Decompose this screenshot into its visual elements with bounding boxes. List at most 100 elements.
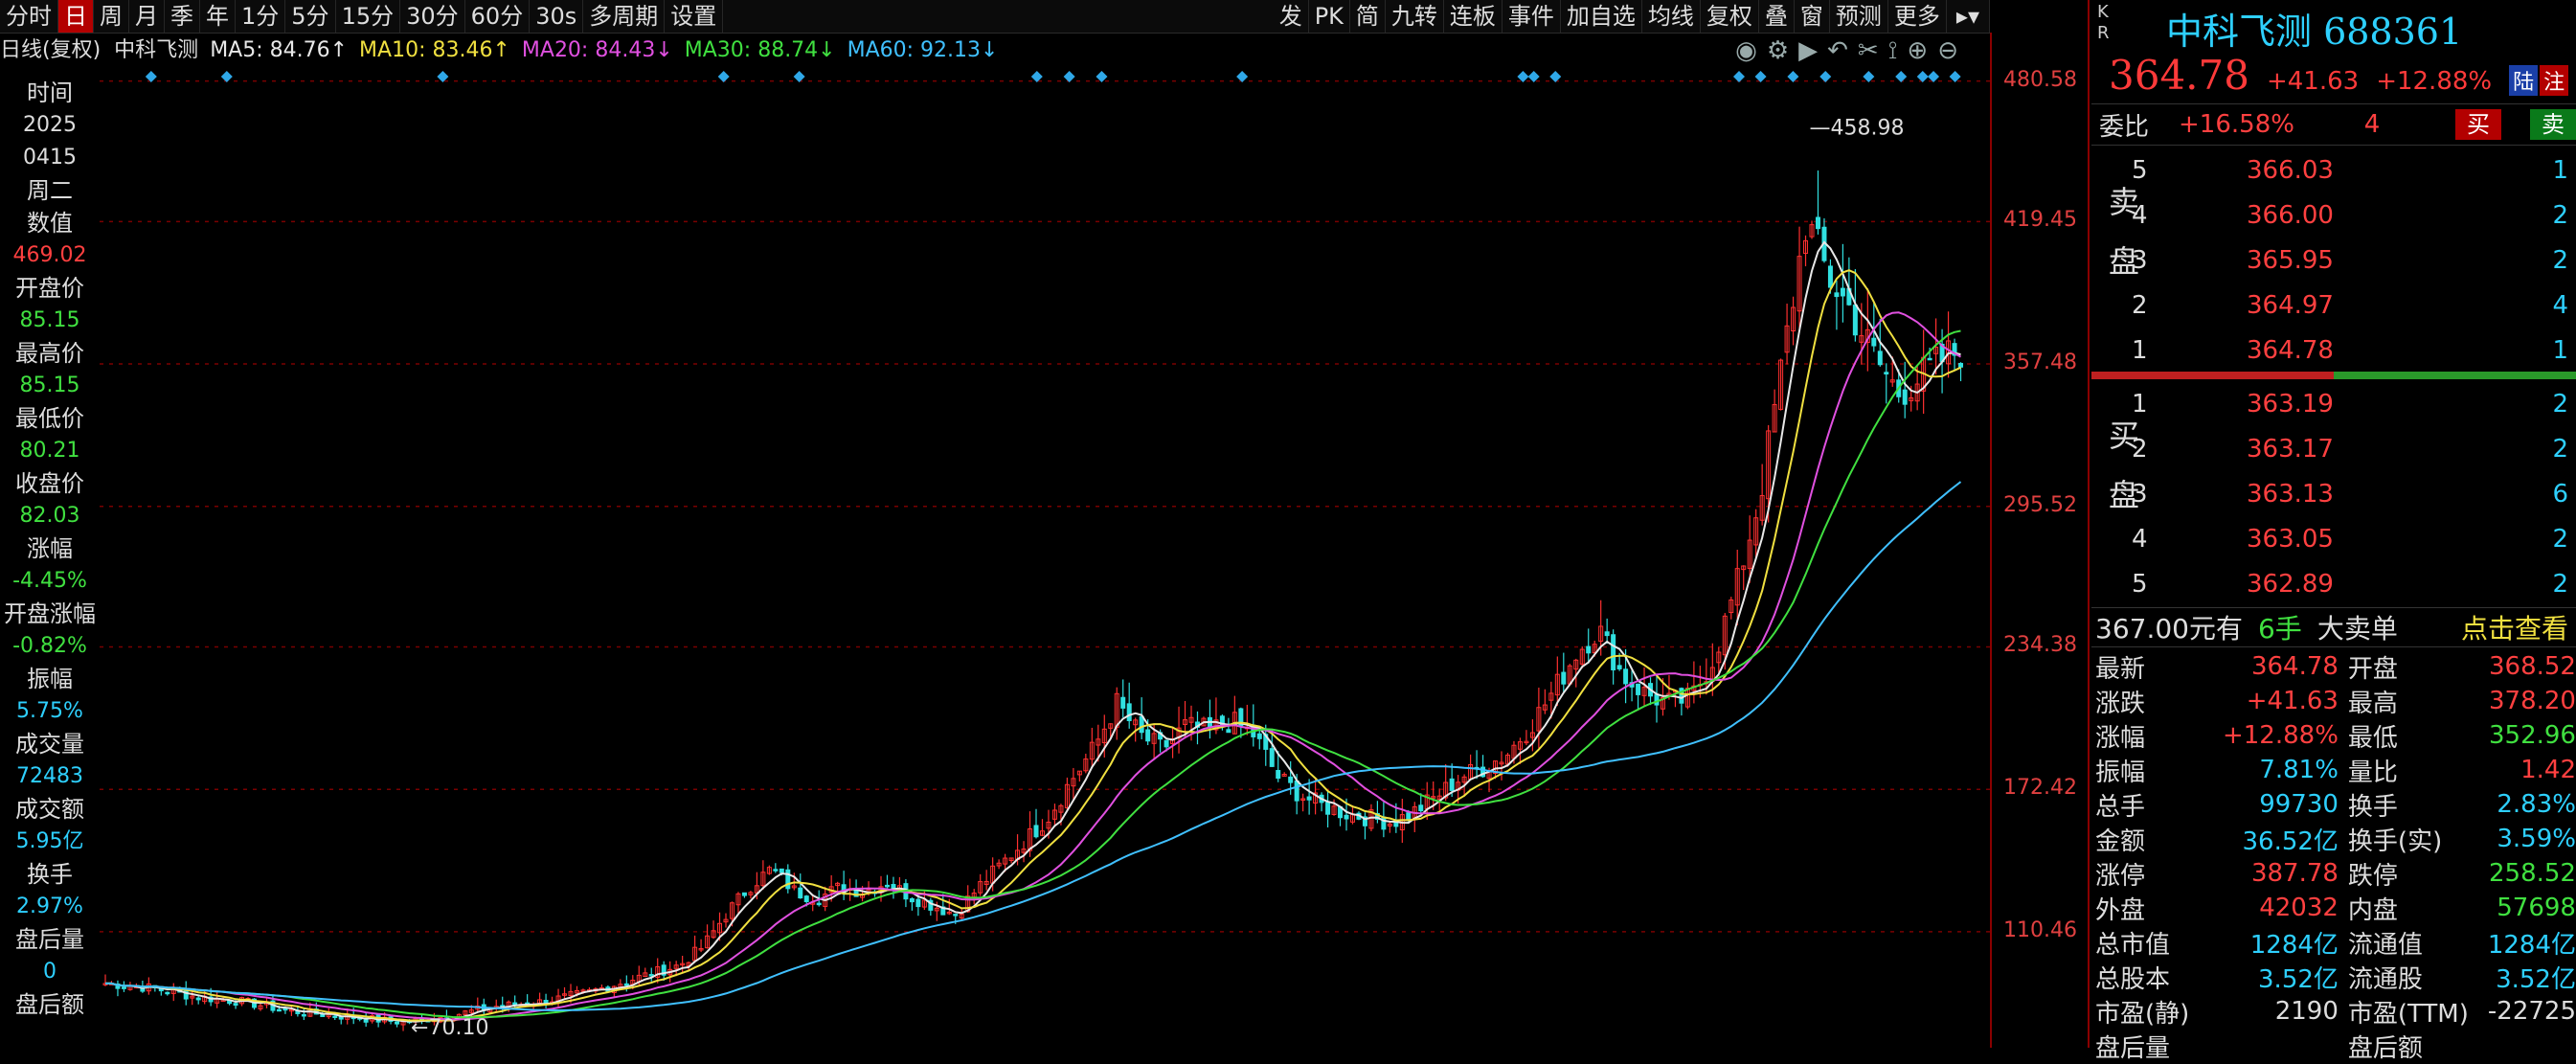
period-tab-6[interactable]: 1分 [236,0,286,33]
event-marker-12[interactable] [1733,71,1745,82]
candle-body-235 [1561,671,1567,685]
tool-button-11[interactable]: 预测 [1830,0,1888,33]
big-order-label: 大卖单 [2316,613,2398,645]
buy-button[interactable]: 买 [2455,109,2501,140]
tool-button-9[interactable]: 叠 [1759,0,1795,33]
quote-key: 总股本 [2095,964,2171,994]
period-tab-7[interactable]: 5分 [285,0,336,33]
period-tab-3[interactable]: 月 [129,0,165,33]
period-tab-4[interactable]: 季 [165,0,200,33]
bids-row-0[interactable]: 1 363.19 2 [2090,381,2574,426]
asks-row-2[interactable]: 3 365.95 2 [2090,238,2574,283]
ma-legend: 日线(复权) 中科飞测 MA5: 84.76↑ MA10: 83.46↑ MA20: 8… [0,34,1982,67]
event-marker-8[interactable] [1236,71,1249,82]
crosshair-info-panel: 时间 2025 0415 周二 数值 469.02 开盘价 85.15 最高价 85.15 最低价 8… [0,77,100,1048]
period-tab-13[interactable]: 设置 [665,0,724,33]
zoom-in-icon[interactable]: ⊕ [1907,36,1928,66]
quote-key-2: 最高 [2347,689,2398,718]
sell-side-label: 卖盘 [2104,186,2140,305]
quote-key: 振幅 [2095,758,2146,787]
quote-value: 36.52亿 [2242,826,2339,856]
event-marker-11[interactable] [1549,71,1562,82]
candle-body-35 [320,1013,326,1017]
period-tab-1[interactable]: 日 [58,0,94,33]
quote-key: 总手 [2095,792,2146,822]
magnet-icon[interactable]: ⟟ [1888,36,1898,66]
candle-body-108 [773,869,779,872]
candle-body-188 [1269,748,1275,767]
scissors-icon[interactable]: ✂ [1858,36,1879,66]
period-tab-10[interactable]: 60分 [465,0,531,33]
axis-label-0: 480.58 [2003,67,2077,92]
candle-body-168 [1145,729,1151,742]
event-marker-1[interactable] [220,71,233,82]
quote-row-5: 金额 36.52亿 换手(实) 3.59% [2091,822,2576,856]
quote-row-4: 总手 99730 换手 2.83% [2091,787,2576,822]
quote-key-2: 最低 [2347,723,2398,753]
tool-button-0[interactable]: 发 [1274,0,1309,33]
sell-button[interactable]: 卖 [2530,109,2576,140]
period-label: 日线(复权) [0,38,102,62]
quote-value: 42032 [2259,894,2339,922]
bids-row-1[interactable]: 2 363.17 2 [2090,426,2574,471]
asks-row-4[interactable]: 1 364.78 1 [2090,328,2574,373]
bids-row-2[interactable]: 3 363.13 6 [2090,471,2574,516]
big-order-amount: 367.00元有 [2095,613,2243,645]
info-label-4: 开盘价 [15,275,84,302]
low-annotation: ←70.10 [411,1016,488,1040]
asks-row-0[interactable]: 5 366.03 1 [2090,147,2574,192]
quote-value-2: 3.52亿 [2496,964,2576,994]
period-tab-2[interactable]: 周 [94,0,129,33]
period-tab-11[interactable]: 30s [530,0,584,33]
lu-badge[interactable]: 陆 [2509,65,2539,96]
candle-body-280 [1840,287,1845,297]
candle-body-244 [1616,665,1622,669]
expand-icon[interactable]: ▸▾ [1947,0,1990,33]
info-label-14: 盘后量 [15,926,84,953]
quote-value-2: 352.96 [2489,721,2576,750]
candle-body-186 [1256,733,1262,739]
play-icon[interactable]: ▶ [1798,36,1818,66]
event-marker-17[interactable] [1895,71,1908,82]
event-marker-0[interactable] [145,71,157,82]
tool-button-5[interactable]: 事件 [1503,0,1561,33]
candle-body-130 [909,897,915,903]
event-marker-18[interactable] [1916,71,1929,82]
zhu-badge[interactable]: 注 [2540,65,2569,96]
quote-key: 涨幅 [2095,723,2146,753]
settings-icon[interactable]: ⚙ [1767,36,1789,66]
event-marker-4[interactable] [793,71,805,82]
bids-row-3[interactable]: 4 363.05 2 [2090,516,2574,561]
undo-icon[interactable]: ↶ [1827,36,1848,66]
big-order-link[interactable]: 点击查看 [2461,608,2576,646]
period-tab-5[interactable]: 年 [200,0,236,33]
event-marker-3[interactable] [717,71,730,82]
asks-row-3[interactable]: 2 364.97 4 [2090,283,2574,328]
tool-button-3[interactable]: 九转 [1386,0,1444,33]
zoom-out-icon[interactable]: ⊖ [1937,36,1958,66]
tool-button-1[interactable]: PK [1309,0,1350,33]
bids-vol: 2 [2552,524,2568,554]
event-marker-15[interactable] [1819,71,1832,82]
period-tab-0[interactable]: 分时 [0,0,58,33]
tool-button-4[interactable]: 连板 [1444,0,1503,33]
eye-icon[interactable]: ◉ [1735,36,1757,66]
info-label-5: 最高价 [15,340,84,367]
tool-button-12[interactable]: 更多 [1888,0,1947,33]
asks-row-1[interactable]: 4 366.00 2 [2090,192,2574,238]
period-tab-9[interactable]: 30分 [400,0,465,33]
quote-row-8: 总市值 1284亿 流通值 1284亿 [2091,925,2576,960]
ma-label-0: MA5: 84.76↑ [210,38,349,62]
tool-button-10[interactable]: 窗 [1795,0,1830,33]
kline-chart[interactable]: —458.98 ←70.10 [100,71,1990,1048]
bids-row-4[interactable]: 5 362.89 2 [2090,561,2574,606]
event-marker-6[interactable] [1063,71,1075,82]
quote-value-2: 1284亿 [2487,930,2576,960]
period-tab-8[interactable]: 15分 [336,0,401,33]
tool-button-2[interactable]: 简 [1350,0,1386,33]
tool-button-6[interactable]: 加自选 [1561,0,1642,33]
candle-body-210 [1406,812,1412,821]
tool-button-7[interactable]: 均线 [1642,0,1701,33]
period-tab-12[interactable]: 多周期 [583,0,666,33]
tool-button-8[interactable]: 复权 [1701,0,1759,33]
